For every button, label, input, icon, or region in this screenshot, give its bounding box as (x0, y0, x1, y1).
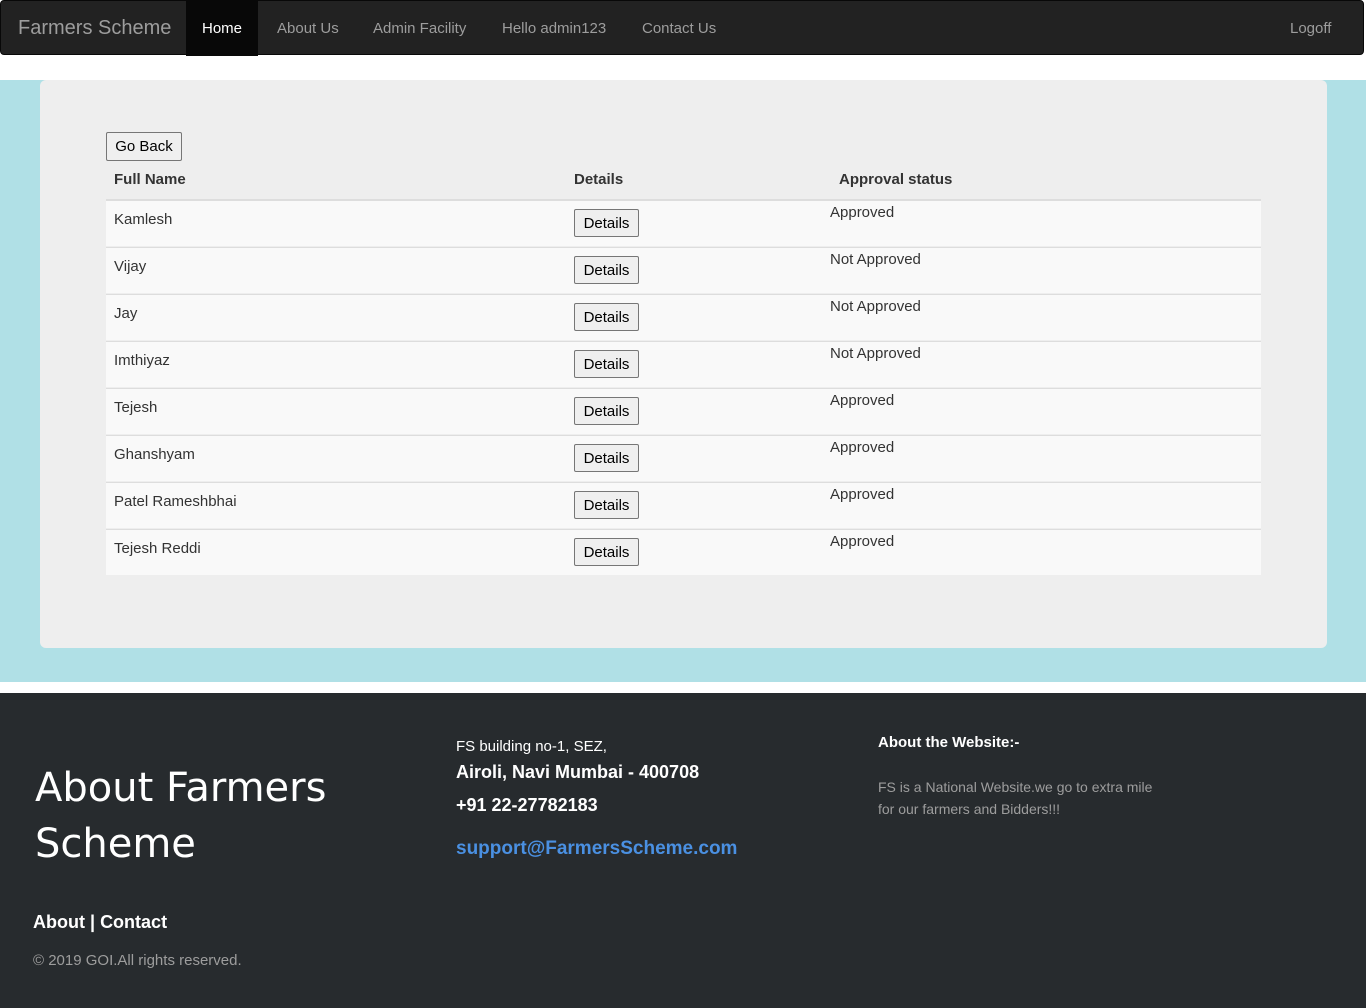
cell-full-name: Kamlesh (114, 211, 173, 228)
footer-about-text: FS is a National Website.we go to extra … (878, 779, 1153, 817)
details-button[interactable]: Details (574, 256, 639, 284)
footer-title: About Farmers Scheme (35, 765, 327, 867)
cell-full-name: Vijay (114, 258, 147, 275)
cell-approval-status: Not Approved (830, 298, 921, 315)
table-row: Imthiyaz Details Not Approved (106, 341, 1261, 387)
nav-logoff[interactable]: Logoff (1274, 1, 1347, 56)
cell-approval-status: Approved (830, 204, 895, 221)
footer-link-separator: | (90, 912, 96, 932)
details-button[interactable]: Details (574, 444, 639, 472)
nav-about-us[interactable]: About Us (261, 1, 355, 56)
cell-approval-status: Approved (830, 486, 895, 503)
nav-contact-us[interactable]: Contact Us (626, 1, 732, 56)
cell-approval-status: Approved (830, 439, 895, 456)
top-navbar: Farmers Scheme Home About Us Admin Facil… (0, 0, 1364, 56)
footer-address-line1: FS building no-1, SEZ, (456, 738, 607, 755)
details-button[interactable]: Details (574, 350, 639, 378)
table-row: Ghanshyam Details Approved (106, 435, 1261, 481)
details-button[interactable]: Details (574, 397, 639, 425)
table-row: Patel Rameshbhai Details Approved (106, 482, 1261, 528)
footer-contact-link[interactable]: Contact (100, 912, 167, 932)
footer-about-heading: About the Website:- (878, 734, 1020, 751)
cell-approval-status: Not Approved (830, 251, 921, 268)
go-back-button[interactable]: Go Back (106, 132, 182, 161)
table-row: Tejesh Reddi Details Approved (106, 529, 1261, 575)
footer-links: About | Contact (33, 912, 167, 933)
cell-full-name: Patel Rameshbhai (114, 493, 237, 510)
details-button[interactable]: Details (574, 491, 639, 519)
header-approval-status: Approval status (839, 171, 953, 188)
nav-admin-facility[interactable]: Admin Facility (357, 1, 482, 56)
table-row: Tejesh Details Approved (106, 388, 1261, 434)
table-row: Jay Details Not Approved (106, 294, 1261, 340)
nav-hello-user[interactable]: Hello admin123 (486, 1, 622, 56)
header-details: Details (574, 171, 624, 188)
footer-copyright: © 2019 GOI.All rights reserved. (33, 952, 242, 969)
cell-full-name: Ghanshyam (114, 446, 195, 463)
details-button[interactable]: Details (574, 303, 639, 331)
cell-full-name: Tejesh (114, 399, 158, 416)
details-button[interactable]: Details (574, 538, 639, 566)
table-row: Kamlesh Details Approved (106, 200, 1261, 246)
header-full-name: Full Name (114, 171, 186, 188)
brand-link[interactable]: Farmers Scheme (18, 1, 171, 56)
footer-phone: +91 22-27782183 (456, 795, 598, 815)
cell-full-name: Jay (114, 305, 138, 322)
cell-full-name: Imthiyaz (114, 352, 170, 369)
cell-approval-status: Approved (830, 392, 895, 409)
details-button[interactable]: Details (574, 209, 639, 237)
cell-approval-status: Not Approved (830, 345, 921, 362)
footer-email-link[interactable]: support@FarmersScheme.com (456, 838, 737, 860)
nav-home[interactable]: Home (186, 1, 259, 56)
footer-about-link[interactable]: About (33, 912, 85, 932)
table-row: Vijay Details Not Approved (106, 247, 1261, 293)
cell-approval-status: Approved (830, 533, 895, 550)
cell-full-name: Tejesh Reddi (114, 540, 201, 557)
footer-address-line2: Airoli, Navi Mumbai - 400708 (456, 762, 700, 782)
